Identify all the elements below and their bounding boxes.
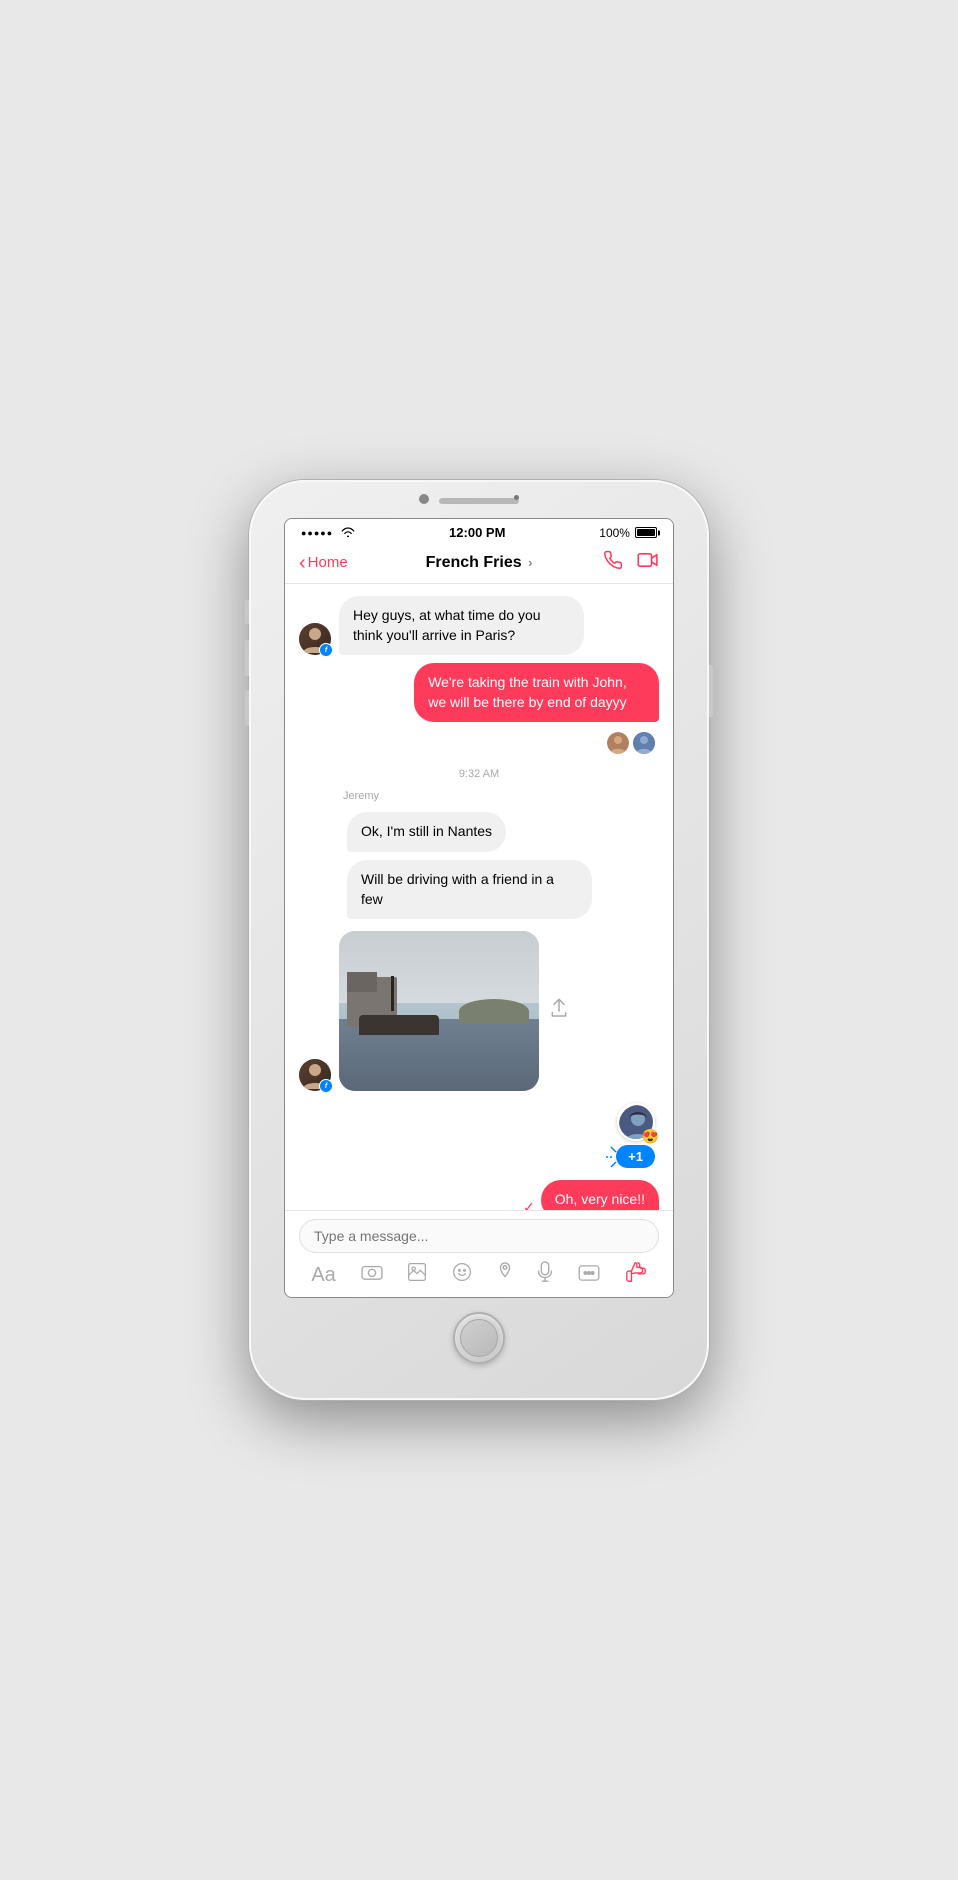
conversation-title[interactable]: French Fries ›	[369, 554, 589, 572]
nav-actions	[589, 550, 659, 575]
wifi-icon	[341, 526, 355, 540]
message-input[interactable]	[299, 1219, 659, 1253]
mute-button	[245, 600, 249, 624]
battery-icon	[635, 527, 657, 538]
image-message-row: f	[299, 931, 659, 1091]
message-text-4: Will be driving with a friend in a few	[361, 871, 554, 907]
phone-screen: ●●●●● 12:00 PM 100% ‹	[284, 518, 674, 1298]
phone-frame: ●●●●● 12:00 PM 100% ‹	[249, 480, 709, 1400]
image-placeholder	[339, 931, 539, 1091]
message-bubble-4: Will be driving with a friend in a few	[347, 860, 592, 919]
volume-down-button	[245, 690, 249, 726]
check-icon: ✓	[523, 1199, 535, 1210]
message-row-4: Will be driving with a friend in a few	[299, 860, 659, 919]
back-label: Home	[308, 554, 348, 571]
battery-area: 100%	[599, 526, 657, 540]
messenger-badge-2: f	[319, 1079, 333, 1093]
title-chevron-icon: ›	[528, 555, 532, 570]
avatar-jeremy-2: f	[299, 1059, 331, 1091]
more-icon[interactable]	[578, 1264, 600, 1287]
home-button[interactable]	[453, 1312, 505, 1364]
timestamp-text: 9:32 AM	[459, 768, 499, 780]
avatar: f	[299, 623, 331, 655]
message-row-3: Ok, I'm still in Nantes	[299, 812, 659, 852]
chat-area: f Hey guys, at what time do you think yo…	[285, 584, 673, 1210]
plus-one-text: +1	[616, 1145, 655, 1168]
gallery-icon[interactable]	[407, 1262, 427, 1288]
tree-shape	[459, 999, 529, 1024]
oh-very-nice-bubble: Oh, very nice!!	[541, 1180, 659, 1210]
message-row-sent: We're taking the train with John, we wil…	[299, 663, 659, 722]
message-bubble-sent: We're taking the train with John, we wil…	[414, 663, 659, 722]
speaker	[439, 498, 519, 504]
text-style-icon[interactable]: Aa	[311, 1264, 335, 1287]
message-text: Hey guys, at what time do you think you'…	[353, 607, 541, 643]
phone-call-icon[interactable]	[603, 550, 623, 575]
thumbs-up-icon[interactable]	[625, 1261, 647, 1289]
camera-icon[interactable]	[361, 1263, 383, 1287]
message-text: We're taking the train with John, we wil…	[428, 674, 627, 710]
receipt-avatar-2	[633, 732, 655, 754]
sender-name: Jeremy	[343, 790, 659, 802]
share-icon[interactable]	[549, 998, 569, 1025]
roof-shape	[347, 972, 377, 992]
timestamp: 9:32 AM	[299, 768, 659, 780]
signal-dots: ●●●●●	[301, 528, 333, 538]
reaction-row: 😍 +1	[299, 1103, 659, 1168]
message-bubble: Hey guys, at what time do you think you'…	[339, 596, 584, 655]
message-text-3: Ok, I'm still in Nantes	[361, 823, 492, 839]
mast-shape	[391, 976, 394, 1011]
input-area: Aa	[285, 1210, 673, 1297]
reaction-avatar-container: 😍	[617, 1103, 655, 1141]
camera	[419, 494, 429, 504]
emoji-icon[interactable]	[452, 1262, 472, 1288]
final-sent-row: ✓ Oh, very nice!!	[299, 1180, 659, 1210]
sensor-dot	[514, 495, 519, 500]
status-bar: ●●●●● 12:00 PM 100%	[285, 519, 673, 544]
back-button[interactable]: ‹ Home	[299, 553, 369, 573]
signal-area: ●●●●●	[301, 526, 355, 540]
image-bubble[interactable]	[339, 931, 539, 1091]
sender-name-text: Jeremy	[343, 790, 379, 802]
oh-very-nice-text: Oh, very nice!!	[555, 1191, 645, 1207]
boat-shape	[359, 1015, 439, 1035]
volume-up-button	[245, 640, 249, 676]
battery-percent: 100%	[599, 526, 630, 540]
clock: 12:00 PM	[449, 525, 505, 540]
nav-bar: ‹ Home French Fries ›	[285, 544, 673, 584]
messenger-badge: f	[319, 643, 333, 657]
power-button	[709, 665, 713, 717]
message-bubble-3: Ok, I'm still in Nantes	[347, 812, 506, 852]
toolbar: Aa	[299, 1253, 659, 1293]
location-icon[interactable]	[497, 1262, 513, 1288]
message-row: f Hey guys, at what time do you think yo…	[299, 596, 659, 655]
video-call-icon[interactable]	[637, 552, 659, 573]
receipt-avatar	[607, 732, 629, 754]
back-arrow-icon: ‹	[299, 553, 306, 573]
plus-one-badge[interactable]: +1	[616, 1145, 655, 1168]
home-button-inner	[460, 1319, 498, 1357]
read-receipts	[299, 732, 655, 754]
microphone-icon[interactable]	[537, 1261, 553, 1289]
